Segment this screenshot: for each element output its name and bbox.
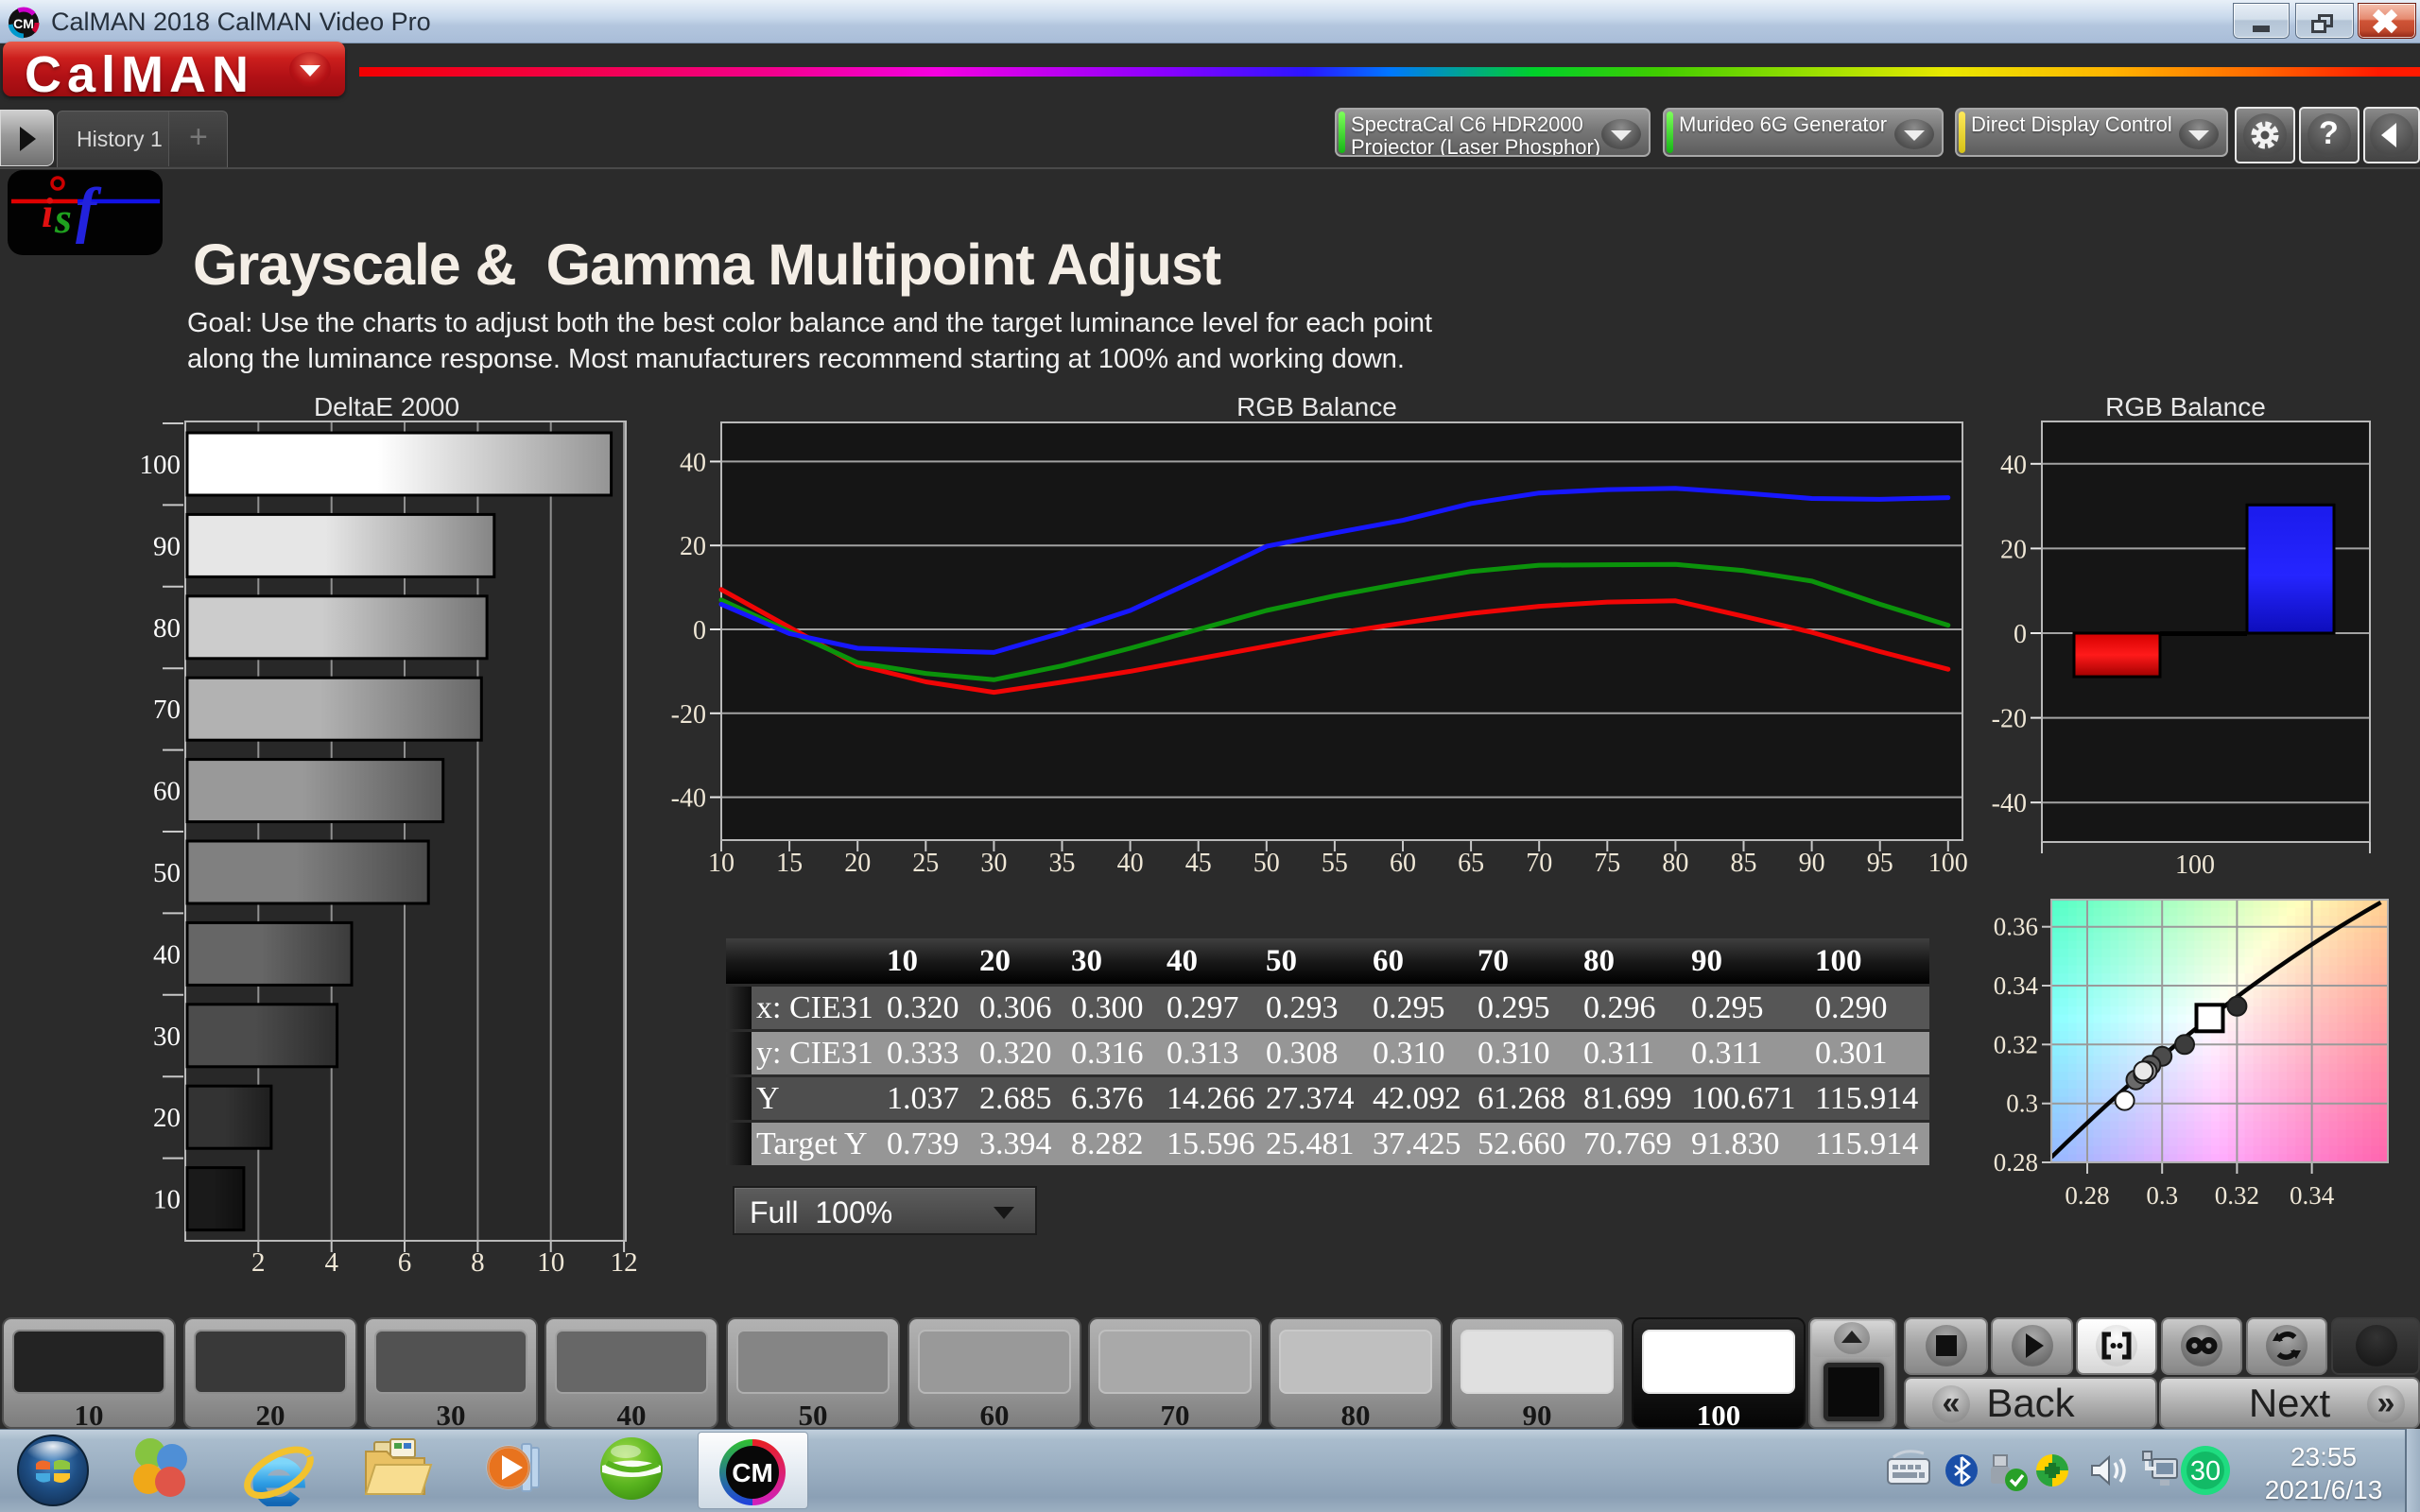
- svg-text:-40: -40: [671, 784, 706, 814]
- svg-text:f: f: [76, 176, 102, 245]
- svg-text:2: 2: [251, 1247, 266, 1278]
- svg-text:0.34: 0.34: [2290, 1181, 2335, 1210]
- svg-text:70: 70: [153, 695, 181, 725]
- svg-text:40: 40: [2000, 451, 2027, 480]
- svg-text:0: 0: [693, 616, 706, 645]
- svg-text:90: 90: [1799, 849, 1825, 878]
- svg-text:20: 20: [153, 1103, 181, 1133]
- svg-text:60: 60: [1390, 849, 1416, 878]
- svg-text:20: 20: [680, 532, 706, 561]
- svg-text:40: 40: [1117, 849, 1144, 878]
- svg-text:CM: CM: [732, 1458, 773, 1487]
- svg-text:95: 95: [1867, 849, 1893, 878]
- svg-text:30: 30: [153, 1022, 181, 1052]
- svg-text:65: 65: [1458, 849, 1484, 878]
- svg-text:35: 35: [1049, 849, 1076, 878]
- svg-text:0.28: 0.28: [1994, 1148, 2038, 1177]
- svg-text:-40: -40: [1992, 789, 2027, 818]
- svg-text:80: 80: [153, 613, 181, 644]
- svg-text:45: 45: [1185, 849, 1212, 878]
- svg-text:DeltaE 2000: DeltaE 2000: [314, 392, 459, 421]
- svg-text:40: 40: [153, 939, 181, 970]
- svg-text:15: 15: [776, 849, 803, 878]
- svg-text:-20: -20: [1992, 705, 2027, 734]
- svg-text:i: i: [42, 190, 54, 236]
- svg-text:4: 4: [324, 1247, 338, 1278]
- svg-text:0.34: 0.34: [1994, 971, 2039, 1000]
- svg-text:CM: CM: [13, 16, 34, 31]
- svg-text:20: 20: [844, 849, 871, 878]
- svg-text:s: s: [54, 194, 72, 242]
- svg-text:70: 70: [1526, 849, 1552, 878]
- svg-text:55: 55: [1322, 849, 1348, 878]
- svg-text:0.32: 0.32: [2215, 1181, 2259, 1210]
- svg-text:0.32: 0.32: [1994, 1030, 2038, 1058]
- svg-text:10: 10: [708, 849, 735, 878]
- svg-text:10: 10: [153, 1185, 181, 1215]
- svg-text:30: 30: [2190, 1456, 2221, 1486]
- svg-text:-20: -20: [671, 700, 706, 730]
- svg-text:50: 50: [153, 858, 181, 888]
- svg-text:0.36: 0.36: [1994, 913, 2038, 941]
- svg-text:10: 10: [537, 1247, 564, 1278]
- svg-text:6: 6: [398, 1247, 412, 1278]
- svg-text:100: 100: [2175, 850, 2215, 880]
- svg-text:90: 90: [153, 531, 181, 561]
- svg-text:RGB Balance: RGB Balance: [2105, 392, 2266, 421]
- svg-text:8: 8: [471, 1247, 485, 1278]
- svg-text:100: 100: [140, 450, 182, 480]
- svg-text:0.3: 0.3: [2146, 1181, 2178, 1210]
- svg-text:RGB Balance: RGB Balance: [1236, 392, 1397, 421]
- svg-text:80: 80: [1662, 849, 1688, 878]
- svg-text:40: 40: [680, 448, 706, 477]
- svg-text:25: 25: [912, 849, 939, 878]
- svg-text:20: 20: [2000, 535, 2027, 564]
- svg-text:75: 75: [1594, 849, 1620, 878]
- svg-text:0.3: 0.3: [2006, 1090, 2038, 1118]
- svg-text:100: 100: [1928, 849, 1968, 878]
- svg-text:50: 50: [1253, 849, 1280, 878]
- svg-text:0: 0: [2014, 620, 2027, 649]
- svg-text:0.28: 0.28: [2065, 1181, 2109, 1210]
- svg-text:60: 60: [153, 777, 181, 807]
- svg-text:12: 12: [611, 1247, 638, 1278]
- svg-text:30: 30: [980, 849, 1007, 878]
- svg-text:85: 85: [1731, 849, 1757, 878]
